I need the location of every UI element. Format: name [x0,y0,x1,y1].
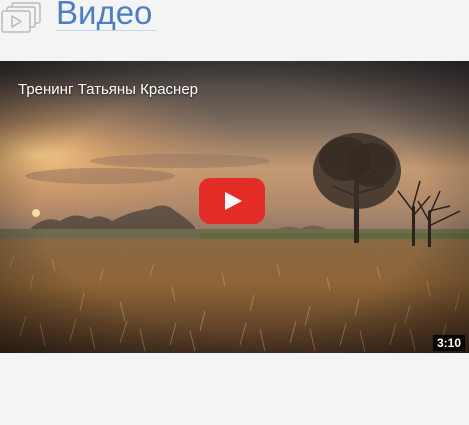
play-icon [225,192,242,210]
video-title[interactable]: Тренинг Татьяны Краснер [18,81,198,98]
page-title: Видео [56,0,153,31]
section-header: Видео [0,0,469,40]
video-player[interactable]: Тренинг Татьяны Краснер 3:10 [0,61,469,353]
title-underline [56,30,156,31]
video-gallery-icon [1,2,41,33]
video-duration: 3:10 [432,335,465,351]
play-button[interactable] [199,178,265,224]
